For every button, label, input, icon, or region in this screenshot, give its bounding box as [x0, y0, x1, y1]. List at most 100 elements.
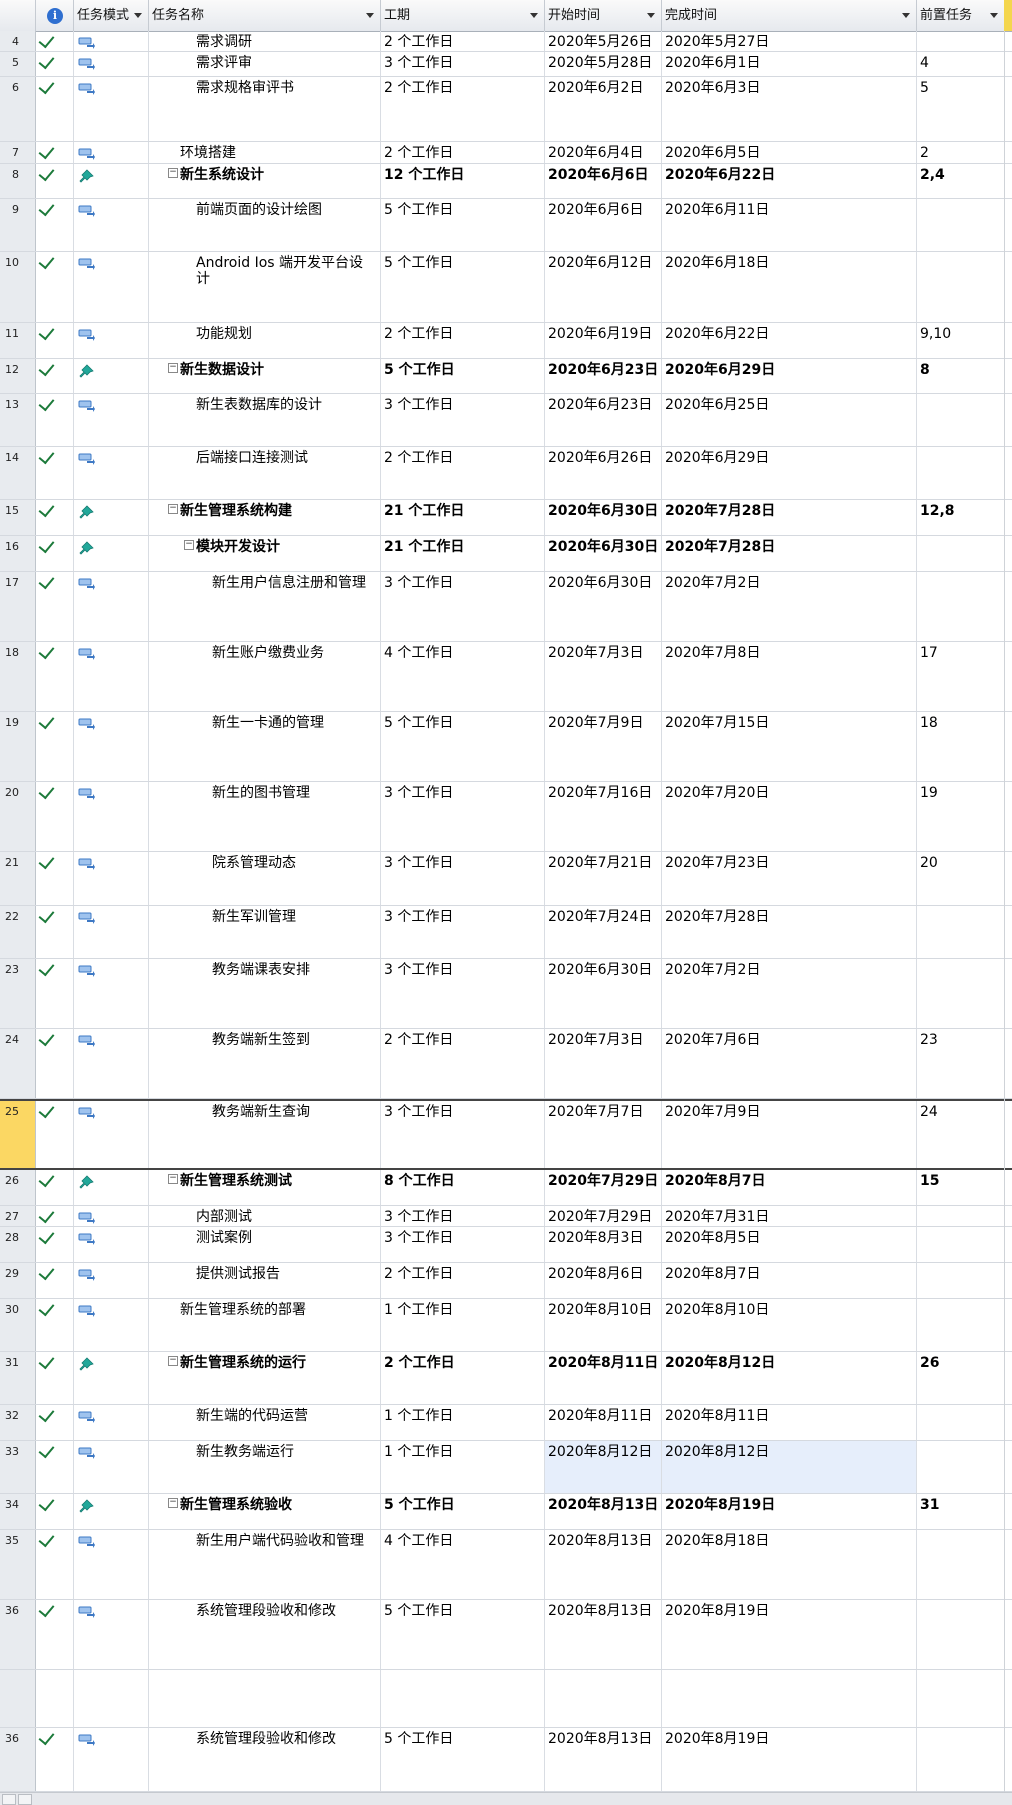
table-row[interactable]: 10 Android Ios 端开发平台设计 5 个工作日 2020年6月12日 202…: [0, 252, 1012, 323]
predecessors-cell[interactable]: [917, 959, 1005, 1028]
finish-date-cell[interactable]: 2020年8月18日: [662, 1530, 917, 1599]
manual-task-icon[interactable]: [78, 911, 96, 925]
task-name-cell[interactable]: − 新生管理系统测试: [149, 1170, 381, 1205]
row-number-cell[interactable]: 31: [0, 1352, 36, 1404]
table-row[interactable]: [0, 1670, 1012, 1728]
predecessors-cell[interactable]: [917, 1299, 1005, 1351]
task-name-cell[interactable]: 前端页面的设计绘图: [149, 199, 381, 251]
task-name-cell[interactable]: 需求调研: [149, 31, 381, 51]
start-date-cell[interactable]: 2020年6月6日: [545, 164, 662, 198]
predecessors-cell[interactable]: 5: [917, 77, 1005, 141]
task-mode-cell[interactable]: [74, 31, 149, 51]
dropdown-arrow-icon[interactable]: [647, 13, 655, 18]
task-mode-cell[interactable]: [74, 1728, 149, 1791]
duration-cell[interactable]: 5 个工作日: [381, 1494, 545, 1529]
row-number-cell[interactable]: 20: [0, 782, 36, 851]
task-name-cell[interactable]: 院系管理动态: [149, 852, 381, 905]
collapse-toggle-icon[interactable]: −: [168, 1356, 178, 1366]
predecessors-cell[interactable]: [917, 1600, 1005, 1669]
start-date-cell[interactable]: 2020年7月9日: [545, 712, 662, 781]
task-mode-cell[interactable]: [74, 782, 149, 851]
finish-date-cell[interactable]: 2020年7月23日: [662, 852, 917, 905]
row-number-cell[interactable]: 14: [0, 447, 36, 499]
duration-cell[interactable]: 2 个工作日: [381, 323, 545, 358]
predecessors-cell[interactable]: [917, 252, 1005, 322]
duration-cell[interactable]: 5 个工作日: [381, 1728, 545, 1791]
duration-cell[interactable]: 3 个工作日: [381, 394, 545, 446]
start-date-cell[interactable]: 2020年8月11日: [545, 1405, 662, 1440]
table-row[interactable]: 32 新生端的代码运营 1 个工作日 2020年8月11日 2020年8月11日: [0, 1405, 1012, 1441]
finish-date-cell[interactable]: 2020年6月3日: [662, 77, 917, 141]
manual-task-icon[interactable]: [78, 964, 96, 978]
predecessors-cell[interactable]: [917, 1441, 1005, 1493]
predecessors-cell[interactable]: 15: [917, 1170, 1005, 1205]
start-date-cell[interactable]: 2020年7月24日: [545, 906, 662, 958]
auto-pin-icon[interactable]: [78, 169, 96, 183]
predecessors-cell[interactable]: [917, 1206, 1005, 1226]
predecessors-cell[interactable]: [917, 31, 1005, 51]
row-number-cell[interactable]: 34: [0, 1494, 36, 1529]
start-date-cell[interactable]: 2020年6月19日: [545, 323, 662, 358]
task-mode-cell[interactable]: [74, 1029, 149, 1098]
column-header-predecessors[interactable]: 前置任务: [917, 0, 1005, 31]
duration-cell[interactable]: 2 个工作日: [381, 77, 545, 141]
start-date-cell[interactable]: 2020年7月21日: [545, 852, 662, 905]
task-name-cell[interactable]: 功能规划: [149, 323, 381, 358]
start-date-cell[interactable]: 2020年6月30日: [545, 959, 662, 1028]
task-name-cell[interactable]: 测试案例: [149, 1227, 381, 1262]
predecessors-cell[interactable]: 18: [917, 712, 1005, 781]
duration-cell[interactable]: 2 个工作日: [381, 447, 545, 499]
task-mode-cell[interactable]: [74, 323, 149, 358]
table-row[interactable]: 27 内部测试 3 个工作日 2020年7月29日 2020年7月31日: [0, 1206, 1012, 1227]
column-header-finish[interactable]: 完成时间: [662, 0, 917, 31]
auto-pin-icon[interactable]: [78, 1175, 96, 1189]
task-name-cell[interactable]: 提供测试报告: [149, 1263, 381, 1298]
start-date-cell[interactable]: [545, 1670, 662, 1727]
column-header-info[interactable]: i: [36, 0, 74, 31]
duration-cell[interactable]: 3 个工作日: [381, 852, 545, 905]
collapse-toggle-icon[interactable]: −: [168, 1174, 178, 1184]
manual-task-icon[interactable]: [78, 647, 96, 661]
manual-task-icon[interactable]: [78, 1106, 96, 1120]
task-mode-cell[interactable]: [74, 1170, 149, 1205]
row-number-cell[interactable]: 15: [0, 500, 36, 535]
table-row[interactable]: 6 需求规格审评书 2 个工作日 2020年6月2日 2020年6月3日 5: [0, 77, 1012, 142]
task-name-cell[interactable]: − 模块开发设计: [149, 536, 381, 571]
table-row[interactable]: 13 新生表数据库的设计 3 个工作日 2020年6月23日 2020年6月25日: [0, 394, 1012, 447]
task-mode-cell[interactable]: [74, 712, 149, 781]
manual-task-icon[interactable]: [78, 36, 96, 50]
collapse-toggle-icon[interactable]: −: [168, 504, 178, 514]
dropdown-arrow-icon[interactable]: [990, 13, 998, 18]
task-mode-cell[interactable]: [74, 1494, 149, 1529]
task-name-cell[interactable]: − 新生数据设计: [149, 359, 381, 393]
table-row[interactable]: 14 后端接口连接测试 2 个工作日 2020年6月26日 2020年6月29日: [0, 447, 1012, 500]
task-mode-cell[interactable]: [74, 1101, 149, 1168]
finish-date-cell[interactable]: 2020年8月19日: [662, 1494, 917, 1529]
column-header-name[interactable]: 任务名称: [149, 0, 381, 31]
task-name-cell[interactable]: 新生军训管理: [149, 906, 381, 958]
task-name-cell[interactable]: 新生的图书管理: [149, 782, 381, 851]
start-date-cell[interactable]: 2020年8月13日: [545, 1530, 662, 1599]
row-number-cell[interactable]: 36: [0, 1600, 36, 1669]
task-name-cell[interactable]: 新生端的代码运营: [149, 1405, 381, 1440]
task-mode-cell[interactable]: [74, 642, 149, 711]
table-row[interactable]: 5 需求评审 3 个工作日 2020年5月28日 2020年6月1日 4: [0, 52, 1012, 77]
task-name-cell[interactable]: 环境搭建: [149, 142, 381, 163]
auto-pin-icon[interactable]: [78, 541, 96, 555]
task-mode-cell[interactable]: [74, 1206, 149, 1226]
duration-cell[interactable]: 2 个工作日: [381, 31, 545, 51]
table-row[interactable]: 11 功能规划 2 个工作日 2020年6月19日 2020年6月22日 9,10: [0, 323, 1012, 359]
table-row[interactable]: 16− 模块开发设计 21 个工作日 2020年6月30日 2020年7月28日: [0, 536, 1012, 572]
finish-date-cell[interactable]: 2020年7月28日: [662, 906, 917, 958]
manual-task-icon[interactable]: [78, 1446, 96, 1460]
task-mode-cell[interactable]: [74, 852, 149, 905]
duration-cell[interactable]: 3 个工作日: [381, 1101, 545, 1168]
start-date-cell[interactable]: 2020年8月10日: [545, 1299, 662, 1351]
row-number-cell[interactable]: 17: [0, 572, 36, 641]
collapse-toggle-icon[interactable]: −: [168, 168, 178, 178]
predecessors-cell[interactable]: [917, 447, 1005, 499]
duration-cell[interactable]: 5 个工作日: [381, 252, 545, 322]
finish-date-cell[interactable]: 2020年5月27日: [662, 31, 917, 51]
table-row[interactable]: 30 新生管理系统的部署 1 个工作日 2020年8月10日 2020年8月10日: [0, 1299, 1012, 1352]
task-name-cell[interactable]: 新生一卡通的管理: [149, 712, 381, 781]
